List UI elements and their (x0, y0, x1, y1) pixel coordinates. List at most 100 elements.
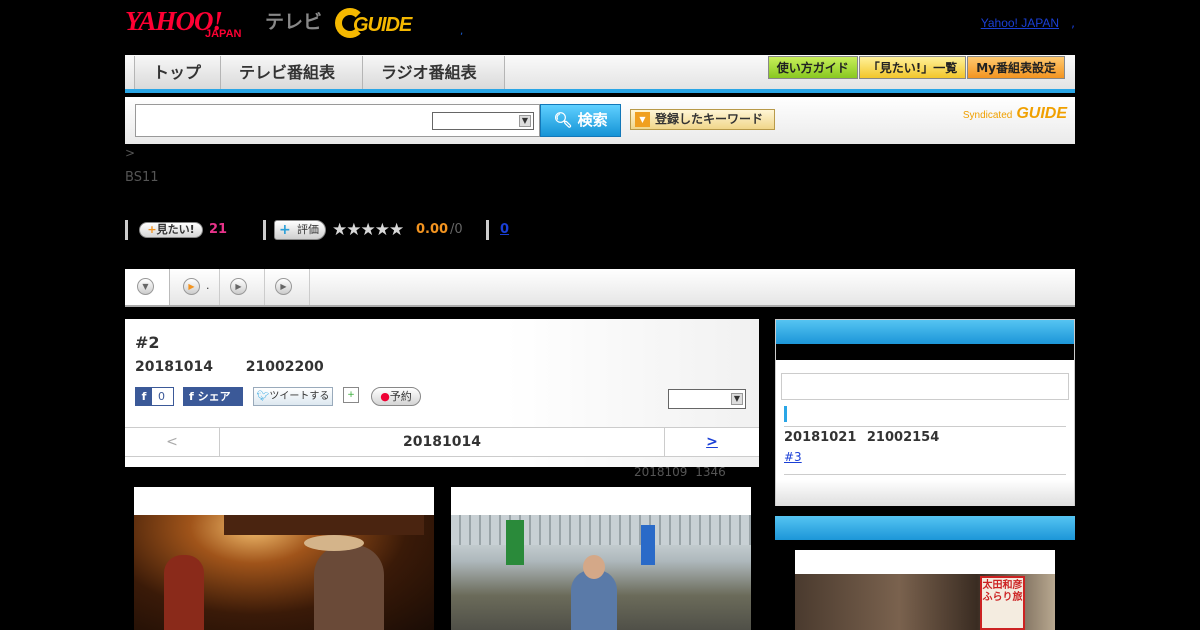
photo-shelf (224, 515, 424, 535)
nav-tab-tv-schedule[interactable]: テレビ番組表 (221, 56, 363, 89)
registered-keywords-label: 登録したキーワード (655, 112, 764, 126)
sidebar-header (776, 320, 1074, 344)
photo-banner (641, 525, 655, 565)
related-program-image[interactable]: 太田和彦 ふらり旅 (795, 550, 1055, 630)
tab-4[interactable]: ▶ (265, 269, 310, 305)
sidebar-accent (784, 406, 787, 422)
facebook-like-button[interactable]: f0 (135, 387, 174, 406)
stat-divider (125, 220, 128, 240)
rating-score: 0.00 (416, 222, 449, 237)
tab-3[interactable]: ▶ (220, 269, 265, 305)
facebook-share-button[interactable]: f シェア (183, 387, 243, 406)
nav-tab-radio-schedule[interactable]: ラジオ番組表 (363, 56, 505, 89)
tv-logo[interactable]: テレビ (265, 7, 322, 34)
gguide-logo[interactable]: GUIDE (335, 8, 431, 38)
current-episode-date: 20181014 (403, 434, 481, 450)
yahoo-japan-logo-text: JAPAN (205, 28, 242, 40)
program-image-arcade-scene (451, 515, 751, 630)
sidebar-related: 太田和彦 ふらり旅 (775, 516, 1075, 630)
search-category-select[interactable]: ▼ (432, 112, 534, 130)
gguide-logo-text: GUIDE (353, 14, 412, 36)
facebook-icon: f (136, 388, 152, 405)
facebook-like-count: 0 (158, 390, 165, 403)
plus-icon: + (279, 222, 291, 238)
program-image-bar-scene (134, 515, 434, 630)
rating-label: 評価 (297, 223, 319, 236)
station-name: BS11 (125, 170, 159, 185)
photo-figure (314, 545, 384, 630)
tab-2-label: . (206, 279, 210, 292)
usage-guide-button[interactable]: 使い方ガイド (767, 56, 858, 79)
prev-episode-button[interactable]: < (125, 428, 220, 456)
next-episode-date: 20181021 21002154 (784, 430, 940, 445)
breadcrumb[interactable]: > (125, 146, 135, 160)
play-icon: ▶ (275, 278, 292, 295)
program-photo[interactable] (134, 487, 434, 630)
sidebar-next-episode: 20181021 21002154 #3 (775, 319, 1075, 506)
facebook-share-label: シェア (197, 390, 231, 403)
review-count-link[interactable]: 0 (500, 222, 509, 237)
plus-icon: + (147, 223, 157, 236)
episode-pager: < 20181014 > (125, 427, 759, 457)
sidebar-footer (776, 480, 1074, 506)
twitter-bird-icon: 🐦︎ (256, 391, 270, 402)
sidebar-box (781, 373, 1069, 400)
chevron-down-icon: ▼ (519, 115, 531, 127)
triangle-down-icon: ▼ (635, 112, 650, 127)
program-photo[interactable] (451, 487, 751, 630)
mitai-list-button[interactable]: 「見たい!」一覧 (858, 56, 967, 79)
divider (784, 426, 1066, 427)
search-button-label: 検索 (577, 111, 608, 129)
stat-divider (263, 220, 266, 240)
tweet-button[interactable]: 🐦︎ツイートする (253, 387, 333, 406)
chevron-down-icon: ▼ (731, 393, 743, 405)
rating-count: /0 (450, 222, 463, 237)
photo-figure (164, 555, 204, 630)
nav-tabs: トップ テレビ番組表 ラジオ番組表 (134, 56, 505, 89)
nav-utility-buttons: 使い方ガイド 「見たい!」一覧 My番組表設定 (767, 56, 1065, 79)
chevron-down-icon: ▼ (137, 278, 154, 295)
rating-button[interactable]: + 評価 (274, 220, 326, 240)
reserve-button[interactable]: ●予約 (371, 387, 421, 406)
mitai-button[interactable]: +見たい! (139, 222, 203, 238)
play-icon: ▶ (183, 278, 200, 295)
divider (784, 474, 1066, 475)
syndicated-gguide-logo: Syndicated GUIDE (963, 105, 1067, 123)
photo-person (571, 570, 617, 630)
photo-hat (304, 535, 364, 551)
my-schedule-settings-button[interactable]: My番組表設定 (967, 56, 1065, 79)
stat-divider (486, 220, 489, 240)
tab-program-info[interactable]: ▼ (125, 269, 170, 305)
rating-stars: ★★★★★ (332, 220, 404, 240)
program-title: #2 (135, 333, 160, 352)
record-dot-icon: ● (380, 390, 390, 403)
sidebar-subheader (776, 344, 1074, 360)
facebook-icon: f (189, 390, 198, 403)
program-detail: #2 20181014 21002200 f0 f シェア 🐦︎ツイートする +… (125, 319, 759, 467)
tweet-label: ツイートする (269, 391, 330, 402)
photo-banner (506, 520, 524, 565)
syndicated-text: Syndicated (962, 110, 1013, 121)
next-episode-link[interactable]: #3 (784, 450, 802, 464)
mitai-label: 見たい! (156, 223, 195, 236)
search-bar: ▼ 🔍︎ 検索 ▼ 登録したキーワード Syndicated GUIDE (125, 97, 1075, 144)
reminder-select[interactable]: ▼ (668, 389, 746, 409)
registered-keywords-button[interactable]: ▼ 登録したキーワード (630, 109, 775, 130)
photo-arcade-roof (451, 515, 751, 545)
reserve-label: 予約 (389, 390, 412, 403)
tab-2[interactable]: ▶ . (170, 269, 220, 305)
nav-tab-top[interactable]: トップ (135, 56, 221, 89)
last-updated: 2018109 1346 (634, 465, 726, 479)
yahoo-japan-link[interactable]: Yahoo! JAPAN (981, 16, 1059, 30)
main-nav: トップ テレビ番組表 ラジオ番組表 使い方ガイド 「見たい!」一覧 My番組表設… (125, 55, 1075, 93)
search-button[interactable]: 🔍︎ 検索 (540, 104, 621, 137)
next-episode-link[interactable]: > (664, 428, 759, 456)
program-tabs: ▼ ▶ . ▶ ▶ (125, 269, 1075, 307)
search-icon: 🔍︎ (553, 111, 573, 129)
program-air-date: 20181014 21002200 (135, 359, 324, 375)
photo-face (583, 555, 605, 579)
site-header: YAHOO! JAPAN テレビ GUIDE , Yahoo! JAPAN , (125, 0, 1075, 50)
mitai-count: 21 (209, 222, 228, 237)
calendar-add-icon[interactable]: + (343, 387, 359, 403)
header-separator: , (460, 26, 464, 37)
